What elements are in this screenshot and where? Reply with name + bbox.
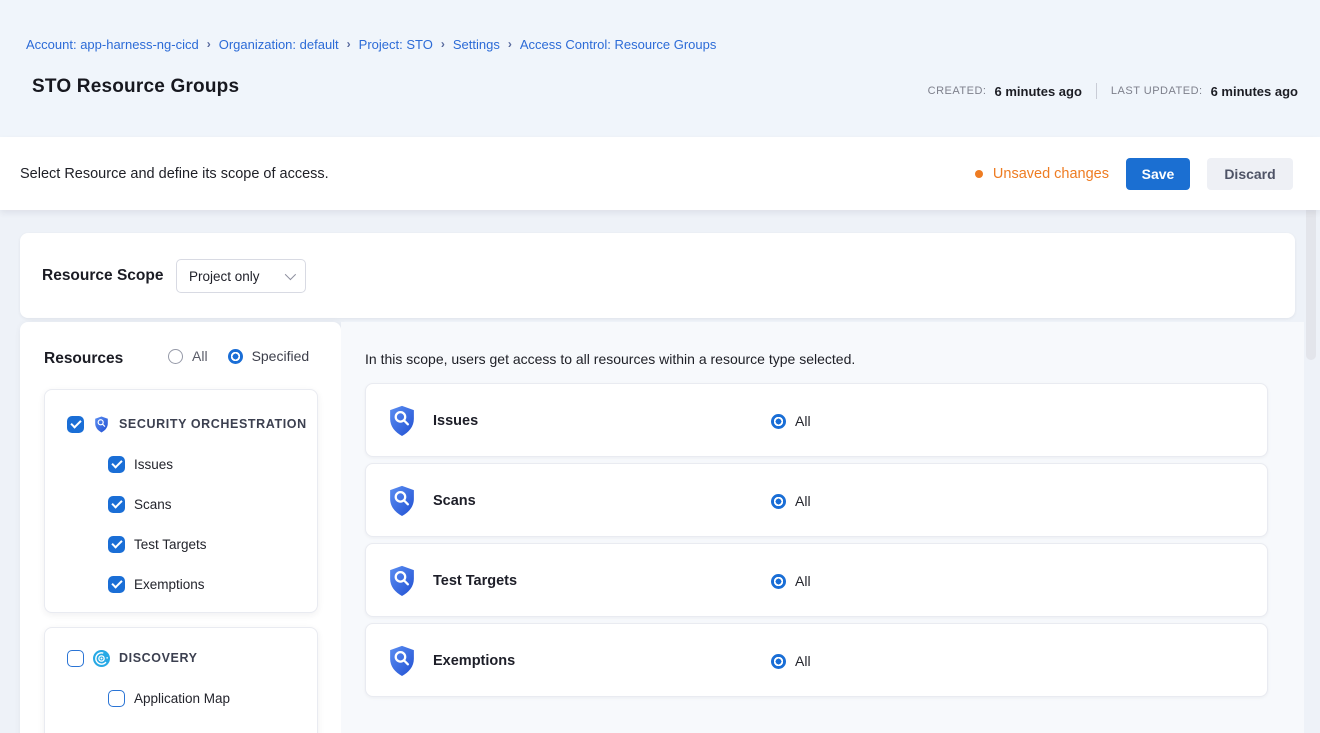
unsaved-changes-status: Unsaved changes bbox=[975, 166, 1109, 182]
checkbox-discovery[interactable] bbox=[67, 650, 84, 667]
chevron-right-icon: › bbox=[508, 37, 512, 51]
sto-shield-search-icon bbox=[388, 405, 416, 437]
tree-row-security-orchestration: SECURITY ORCHESTRATION bbox=[45, 404, 317, 444]
created-value: 6 minutes ago bbox=[994, 84, 1081, 99]
tree-item-label: Test Targets bbox=[134, 537, 207, 552]
radio-specified[interactable]: Specified bbox=[228, 348, 310, 364]
resource-scope-selected-value: Project only bbox=[189, 269, 260, 284]
save-button[interactable]: Save bbox=[1126, 158, 1190, 190]
last-updated-label: LAST UPDATED: bbox=[1111, 85, 1203, 97]
radio-all-access-label: All bbox=[795, 573, 811, 589]
resource-groups-page: Account: app-harness-ng-cicd › Organizat… bbox=[0, 0, 1320, 733]
radio-specified-label: Specified bbox=[252, 348, 310, 364]
radio-specified-control[interactable] bbox=[228, 349, 243, 364]
checkbox-test-targets[interactable] bbox=[108, 536, 125, 553]
radio-all-access-control[interactable] bbox=[771, 574, 786, 589]
toolbar-description: Select Resource and define its scope of … bbox=[20, 137, 329, 210]
breadcrumb-account-link[interactable]: Account: app-harness-ng-cicd bbox=[26, 37, 199, 52]
group-label: DISCOVERY bbox=[119, 651, 198, 665]
radio-all-access-control[interactable] bbox=[771, 414, 786, 429]
tree-item-label: Scans bbox=[134, 497, 172, 512]
sto-shield-search-icon bbox=[388, 485, 416, 517]
resource-scope-card: Resource Scope Project only bbox=[20, 233, 1295, 318]
radio-all-label: All bbox=[192, 348, 208, 364]
scope-detail-area: In this scope, users get access to all r… bbox=[341, 322, 1304, 733]
scope-description: In this scope, users get access to all r… bbox=[365, 351, 855, 367]
tree-row-discovery: DISCOVERY bbox=[45, 638, 317, 678]
main-content: Resource Scope Project only Resources Al… bbox=[0, 210, 1320, 733]
tree-row-application-map: Application Map bbox=[45, 678, 317, 718]
resources-panel: Resources All Specified SECU bbox=[20, 322, 341, 733]
unsaved-changes-label: Unsaved changes bbox=[993, 166, 1109, 182]
resource-card-exemptions: Exemptions All bbox=[365, 623, 1268, 697]
access-radio-test-targets[interactable]: All bbox=[771, 544, 811, 618]
page-title: STO Resource Groups bbox=[32, 76, 239, 98]
meta-info: CREATED: 6 minutes ago LAST UPDATED: 6 m… bbox=[928, 83, 1298, 99]
chevron-right-icon: › bbox=[207, 37, 211, 51]
discovery-radar-icon bbox=[93, 649, 110, 667]
created-label: CREATED: bbox=[928, 85, 987, 97]
unsaved-dot-icon bbox=[975, 170, 983, 178]
access-radio-exemptions[interactable]: All bbox=[771, 624, 811, 698]
tree-row-issues: Issues bbox=[45, 444, 317, 484]
resources-mode-radios: All Specified bbox=[168, 348, 309, 364]
toolbar-actions: Unsaved changes Save Discard bbox=[975, 137, 1293, 210]
tree-row-test-targets: Test Targets bbox=[45, 524, 317, 564]
radio-all-access-label: All bbox=[795, 653, 811, 669]
resource-card-test-targets: Test Targets All bbox=[365, 543, 1268, 617]
group-security-orchestration: SECURITY ORCHESTRATION Issues Scans Test… bbox=[44, 389, 318, 613]
breadcrumb-project-link[interactable]: Project: STO bbox=[359, 37, 433, 52]
radio-all-access-control[interactable] bbox=[771, 494, 786, 509]
last-updated-value: 6 minutes ago bbox=[1211, 84, 1298, 99]
page-header: Account: app-harness-ng-cicd › Organizat… bbox=[0, 0, 1320, 137]
radio-all-access-label: All bbox=[795, 413, 811, 429]
resource-card-issues: Issues All bbox=[365, 383, 1268, 457]
vertical-scrollbar bbox=[1304, 137, 1320, 733]
resource-card-label: Exemptions bbox=[433, 624, 515, 698]
breadcrumb: Account: app-harness-ng-cicd › Organizat… bbox=[26, 37, 716, 52]
resource-card-scans: Scans All bbox=[365, 463, 1268, 537]
sto-shield-search-icon bbox=[388, 645, 416, 677]
tree-item-label: Exemptions bbox=[134, 577, 205, 592]
radio-all-access-control[interactable] bbox=[771, 654, 786, 669]
action-toolbar: Select Resource and define its scope of … bbox=[0, 137, 1320, 210]
checkbox-exemptions[interactable] bbox=[108, 576, 125, 593]
tree-row-exemptions: Exemptions bbox=[45, 564, 317, 604]
breadcrumb-resource-groups-link[interactable]: Access Control: Resource Groups bbox=[520, 37, 717, 52]
resources-title: Resources bbox=[44, 350, 123, 368]
tree-row-scans: Scans bbox=[45, 484, 317, 524]
tree-item-label: Application Map bbox=[134, 691, 230, 706]
tree-item-label: Issues bbox=[134, 457, 173, 472]
checkbox-security-orchestration[interactable] bbox=[67, 416, 84, 433]
chevron-right-icon: › bbox=[441, 37, 445, 51]
chevron-right-icon: › bbox=[347, 37, 351, 51]
resource-scope-label: Resource Scope bbox=[42, 233, 163, 318]
sto-shield-search-icon bbox=[388, 565, 416, 597]
discard-button[interactable]: Discard bbox=[1207, 158, 1293, 190]
group-discovery: DISCOVERY Application Map bbox=[44, 627, 318, 733]
breadcrumb-settings-link[interactable]: Settings bbox=[453, 37, 500, 52]
chevron-down-icon bbox=[285, 269, 296, 280]
resource-card-label: Issues bbox=[433, 384, 478, 458]
sto-shield-search-icon bbox=[93, 415, 110, 433]
breadcrumb-organization-link[interactable]: Organization: default bbox=[219, 37, 339, 52]
access-radio-scans[interactable]: All bbox=[771, 464, 811, 538]
meta-divider bbox=[1096, 83, 1097, 99]
resource-scope-select[interactable]: Project only bbox=[176, 259, 306, 293]
resource-card-label: Test Targets bbox=[433, 544, 517, 618]
checkbox-application-map[interactable] bbox=[108, 690, 125, 707]
radio-all-access-label: All bbox=[795, 493, 811, 509]
group-label: SECURITY ORCHESTRATION bbox=[119, 417, 307, 431]
radio-all-control[interactable] bbox=[168, 349, 183, 364]
access-radio-issues[interactable]: All bbox=[771, 384, 811, 458]
checkbox-issues[interactable] bbox=[108, 456, 125, 473]
radio-all[interactable]: All bbox=[168, 348, 208, 364]
resource-card-label: Scans bbox=[433, 464, 476, 538]
checkbox-scans[interactable] bbox=[108, 496, 125, 513]
